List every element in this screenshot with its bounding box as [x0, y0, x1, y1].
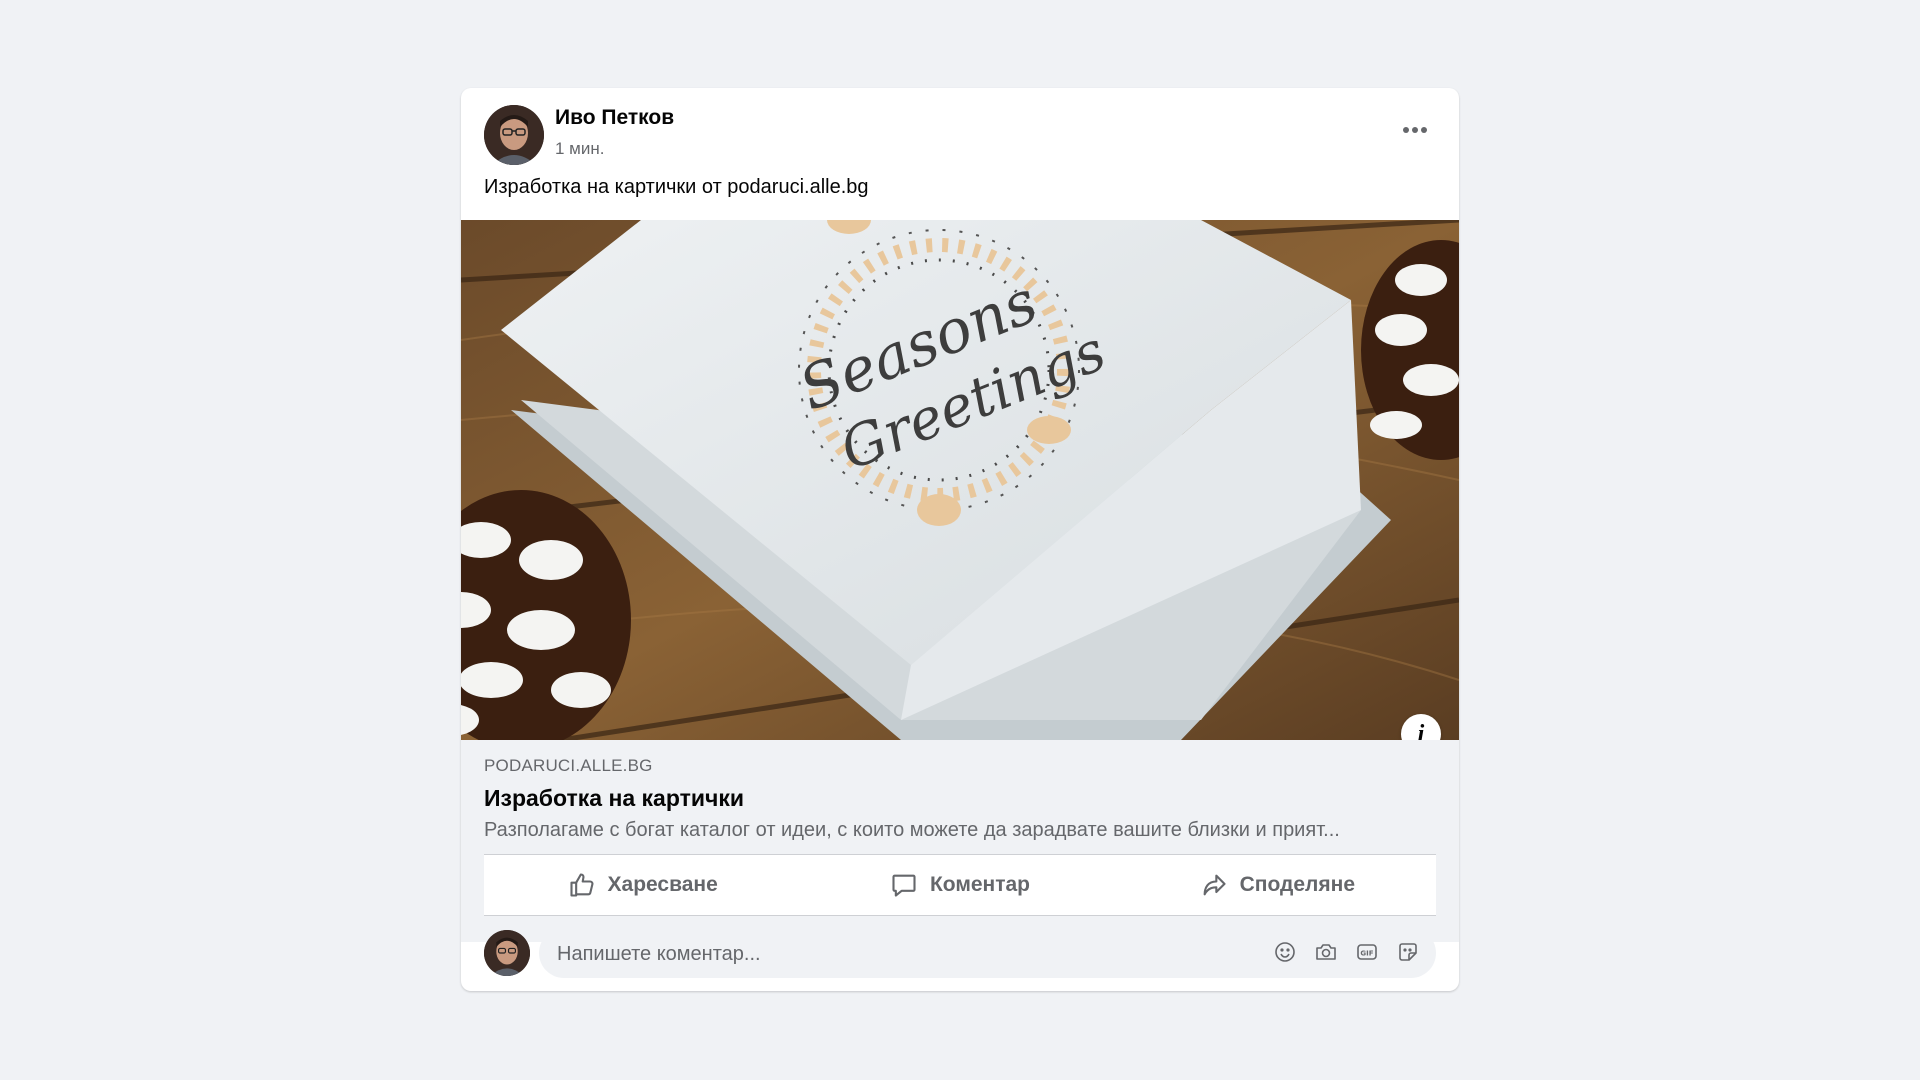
post-image[interactable]: Seasons Greetings i — [461, 220, 1459, 740]
like-icon — [569, 873, 594, 897]
gif-icon: GIF — [1357, 944, 1377, 960]
gif-button[interactable]: GIF — [1353, 938, 1381, 966]
post-actions: Харесване Коментар Споделяне — [484, 854, 1436, 916]
comment-button[interactable]: Коментар — [801, 855, 1118, 915]
emoji-icon — [1275, 942, 1295, 962]
svg-text:GIF: GIF — [1360, 950, 1373, 958]
share-label: Споделяне — [1239, 873, 1355, 896]
emoji-button[interactable] — [1271, 938, 1299, 966]
sticker-icon — [1399, 943, 1417, 961]
feed-post: Иво Петков 1 мин. Изработка на картички … — [461, 88, 1459, 991]
photo-button[interactable] — [1312, 938, 1340, 966]
author-name[interactable]: Иво Петков — [555, 106, 674, 130]
link-description: Разполагаме с богат каталог от идеи, с к… — [484, 819, 1340, 841]
post-time[interactable]: 1 мин. — [555, 139, 604, 159]
share-button[interactable]: Споделяне — [1119, 855, 1436, 915]
post-text: Изработка на картички от podaruci.alle.b… — [484, 176, 869, 198]
share-icon — [1203, 874, 1226, 896]
comment-box: GIF — [539, 928, 1436, 980]
more-icon — [1403, 127, 1427, 133]
info-icon: i — [1417, 720, 1425, 741]
comment-input[interactable] — [555, 928, 1239, 980]
more-options-button[interactable] — [1393, 108, 1437, 152]
link-domain: PODARUCI.ALLE.BG — [484, 756, 653, 775]
camera-icon — [1316, 944, 1336, 960]
like-label: Харесване — [607, 873, 718, 896]
post-header: Иво Петков 1 мин. Изработка на картички … — [461, 88, 1459, 218]
comment-composer: GIF — [484, 928, 1436, 980]
comment-label: Коментар — [929, 873, 1031, 896]
author-avatar[interactable] — [484, 105, 544, 165]
sticker-button[interactable] — [1394, 938, 1422, 966]
comment-tools: GIF — [1271, 938, 1422, 966]
current-user-avatar[interactable] — [484, 930, 530, 976]
comment-icon — [892, 874, 916, 897]
link-title[interactable]: Изработка на картички — [484, 785, 744, 812]
like-button[interactable]: Харесване — [484, 855, 801, 915]
